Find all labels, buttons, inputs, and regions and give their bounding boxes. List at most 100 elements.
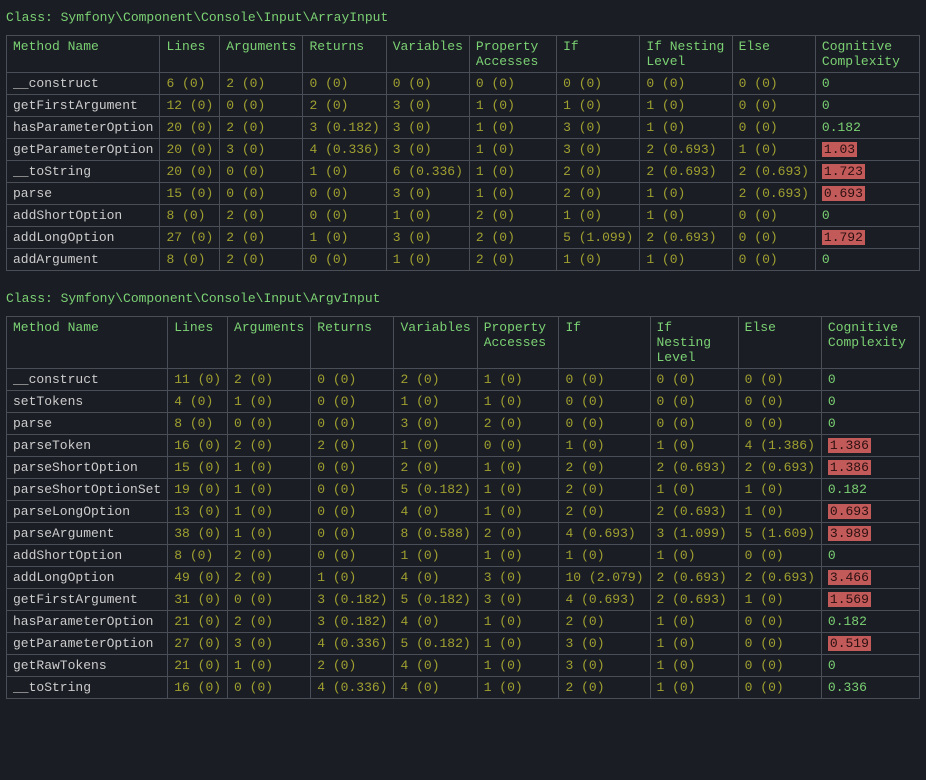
metric-cell: 3 (0.182)	[303, 117, 386, 139]
method-name-cell: setTokens	[7, 391, 168, 413]
method-name-cell: __construct	[7, 369, 168, 391]
metric-cell: 2 (0)	[220, 205, 303, 227]
metric-cell: 4 (0)	[394, 611, 477, 633]
column-header: If	[559, 317, 650, 369]
metric-cell: 2 (0.693)	[732, 161, 815, 183]
column-header: Cognitive Complexity	[815, 36, 919, 73]
metric-cell: 1 (0)	[228, 479, 311, 501]
metric-cell: 11 (0)	[168, 369, 228, 391]
metric-cell: 2 (0)	[559, 611, 650, 633]
metric-cell: 2 (0.693)	[732, 183, 815, 205]
metric-cell: 2 (0)	[303, 95, 386, 117]
table-row: getParameterOption27 (0)3 (0)4 (0.336)5 …	[7, 633, 920, 655]
table-row: addLongOption49 (0)2 (0)1 (0)4 (0)3 (0)1…	[7, 567, 920, 589]
metric-cell: 0 (0)	[738, 369, 821, 391]
metric-cell: 1 (0)	[640, 117, 732, 139]
metric-cell: 3 (0.182)	[311, 611, 394, 633]
metric-cell: 1 (0)	[469, 95, 556, 117]
metric-cell: 0 (0)	[220, 95, 303, 117]
metric-cell: 0 (0)	[738, 655, 821, 677]
metric-cell: 5 (0.182)	[394, 633, 477, 655]
column-header: Lines	[168, 317, 228, 369]
metric-cell: 1.723	[815, 161, 919, 183]
metric-cell: 8 (0)	[168, 545, 228, 567]
metric-cell: 21 (0)	[168, 655, 228, 677]
metric-cell: 1 (0)	[311, 567, 394, 589]
table-row: parseShortOptionSet19 (0)1 (0)0 (0)5 (0.…	[7, 479, 920, 501]
column-header: If	[557, 36, 640, 73]
table-row: addShortOption8 (0)2 (0)0 (0)1 (0)2 (0)1…	[7, 205, 920, 227]
column-header: Property Accesses	[469, 36, 556, 73]
table-row: __toString16 (0)0 (0)4 (0.336)4 (0)1 (0)…	[7, 677, 920, 699]
metric-cell: 0 (0)	[228, 589, 311, 611]
method-name-cell: parseLongOption	[7, 501, 168, 523]
table-row: __construct6 (0)2 (0)0 (0)0 (0)0 (0)0 (0…	[7, 73, 920, 95]
metric-cell: 6 (0)	[160, 73, 220, 95]
table-row: setTokens4 (0)1 (0)0 (0)1 (0)1 (0)0 (0)0…	[7, 391, 920, 413]
table-row: __construct11 (0)2 (0)0 (0)2 (0)1 (0)0 (…	[7, 369, 920, 391]
method-name-cell: getFirstArgument	[7, 95, 160, 117]
metric-cell: 1 (0)	[650, 655, 738, 677]
table-row: __toString20 (0)0 (0)1 (0)6 (0.336)1 (0)…	[7, 161, 920, 183]
method-name-cell: getFirstArgument	[7, 589, 168, 611]
metric-cell: 2 (0)	[394, 369, 477, 391]
metric-cell: 15 (0)	[160, 183, 220, 205]
metric-cell: 3 (0)	[386, 95, 469, 117]
column-header: Property Accesses	[477, 317, 559, 369]
metric-cell: 4 (0)	[394, 501, 477, 523]
metric-cell: 1 (0)	[228, 457, 311, 479]
metric-cell: 2 (0.693)	[738, 567, 821, 589]
metric-cell: 4 (0.336)	[311, 677, 394, 699]
metric-cell: 2 (0)	[228, 435, 311, 457]
metric-cell: 1 (0)	[650, 677, 738, 699]
metric-cell: 1 (0)	[477, 501, 559, 523]
metric-cell: 1.386	[821, 457, 919, 479]
metric-cell: 4 (0.693)	[559, 589, 650, 611]
metric-cell: 21 (0)	[168, 611, 228, 633]
metric-cell: 0 (0)	[738, 545, 821, 567]
method-name-cell: parse	[7, 413, 168, 435]
metric-cell: 2 (0)	[220, 249, 303, 271]
metric-cell: 0 (0)	[469, 73, 556, 95]
class-title: Class: Symfony\Component\Console\Input\A…	[6, 10, 920, 25]
column-header: Method Name	[7, 36, 160, 73]
metric-cell: 1 (0)	[386, 249, 469, 271]
method-name-cell: __toString	[7, 161, 160, 183]
method-name-cell: addLongOption	[7, 227, 160, 249]
metric-cell: 0 (0)	[650, 369, 738, 391]
metric-cell: 0.182	[815, 117, 919, 139]
metric-cell: 3 (1.099)	[650, 523, 738, 545]
metric-cell: 1 (0)	[477, 369, 559, 391]
metric-cell: 0 (0)	[559, 391, 650, 413]
metric-cell: 0 (0)	[732, 73, 815, 95]
table-row: parse15 (0)0 (0)0 (0)3 (0)1 (0)2 (0)1 (0…	[7, 183, 920, 205]
metric-cell: 2 (0.693)	[650, 457, 738, 479]
metric-cell: 3 (0)	[228, 633, 311, 655]
metric-cell: 10 (2.079)	[559, 567, 650, 589]
metric-cell: 3 (0)	[386, 183, 469, 205]
metric-cell: 3 (0)	[386, 227, 469, 249]
metric-cell: 0 (0)	[732, 205, 815, 227]
column-header: Else	[732, 36, 815, 73]
metric-cell: 1 (0)	[732, 139, 815, 161]
method-name-cell: addShortOption	[7, 205, 160, 227]
metric-cell: 1 (0)	[640, 95, 732, 117]
table-row: getFirstArgument12 (0)0 (0)2 (0)3 (0)1 (…	[7, 95, 920, 117]
method-name-cell: getParameterOption	[7, 633, 168, 655]
metric-cell: 3.466	[821, 567, 919, 589]
metric-cell: 0.693	[815, 183, 919, 205]
metric-cell: 0 (0)	[228, 413, 311, 435]
metric-cell: 2 (0)	[469, 227, 556, 249]
method-name-cell: __toString	[7, 677, 168, 699]
metric-cell: 1 (0)	[228, 391, 311, 413]
metric-cell: 0 (0)	[311, 523, 394, 545]
column-header: Variables	[394, 317, 477, 369]
table-row: parseShortOption15 (0)1 (0)0 (0)2 (0)1 (…	[7, 457, 920, 479]
metric-cell: 0 (0)	[311, 545, 394, 567]
metric-cell: 4 (0)	[394, 655, 477, 677]
method-name-cell: parseShortOptionSet	[7, 479, 168, 501]
metric-cell: 3 (0)	[477, 589, 559, 611]
metric-cell: 1 (0)	[469, 117, 556, 139]
metric-cell: 3 (0)	[220, 139, 303, 161]
column-header: Returns	[303, 36, 386, 73]
